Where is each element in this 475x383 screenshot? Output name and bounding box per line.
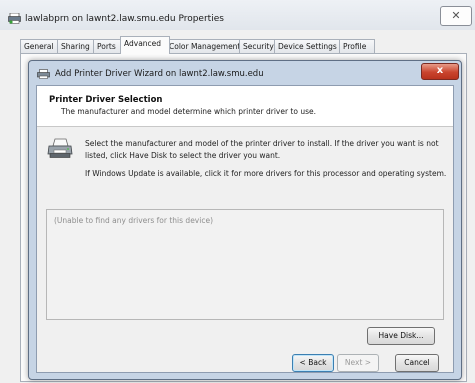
- tab-advanced[interactable]: Advanced: [120, 36, 170, 54]
- add-printer-driver-wizard: Add Printer Driver Wizard on lawnt2.law.…: [28, 60, 462, 380]
- have-disk-button[interactable]: Have Disk...: [367, 327, 435, 345]
- tab-color-management[interactable]: Color Management: [165, 39, 244, 53]
- printer-icon: [47, 138, 73, 158]
- tab-sharing[interactable]: Sharing: [57, 39, 98, 53]
- close-icon: ✕: [451, 9, 461, 22]
- wizard-close-button[interactable]: x: [421, 63, 459, 80]
- drivers-list-empty-message: (Unable to find any drivers for this dev…: [54, 216, 213, 225]
- wizard-body: Printer Driver Selection The manufacture…: [36, 85, 454, 373]
- tab-profile[interactable]: Profile: [339, 39, 375, 53]
- tab-device-settings[interactable]: Device Settings: [274, 39, 344, 53]
- printer-properties-icon: [8, 13, 21, 24]
- printer-icon: [37, 69, 50, 79]
- wizard-title: Add Printer Driver Wizard on lawnt2.law.…: [55, 69, 264, 79]
- drivers-list[interactable]: (Unable to find any drivers for this dev…: [46, 209, 444, 320]
- tab-general[interactable]: General: [20, 39, 62, 53]
- cancel-button[interactable]: Cancel: [395, 354, 439, 372]
- instruction-select-driver: Select the manufacturer and model of the…: [85, 139, 439, 160]
- next-button[interactable]: Next >: [337, 354, 379, 372]
- instruction-windows-update: If Windows Update is available, click it…: [85, 169, 447, 178]
- wizard-title-bar: Add Printer Driver Wizard on lawnt2.law.…: [29, 61, 461, 85]
- properties-title-bar: lawlabprn on lawnt2.law.smu.edu Properti…: [0, 0, 475, 30]
- close-icon: x: [436, 65, 444, 76]
- wizard-header: Printer Driver Selection The manufacture…: [37, 86, 453, 127]
- properties-window-title: lawlabprn on lawnt2.law.smu.edu Properti…: [25, 14, 224, 24]
- page-subtitle: The manufacturer and model determine whi…: [61, 107, 317, 116]
- tab-security[interactable]: Security: [239, 39, 279, 53]
- properties-close-button[interactable]: ✕: [440, 6, 472, 26]
- back-button[interactable]: < Back: [292, 354, 334, 372]
- page-title: Printer Driver Selection: [49, 95, 163, 105]
